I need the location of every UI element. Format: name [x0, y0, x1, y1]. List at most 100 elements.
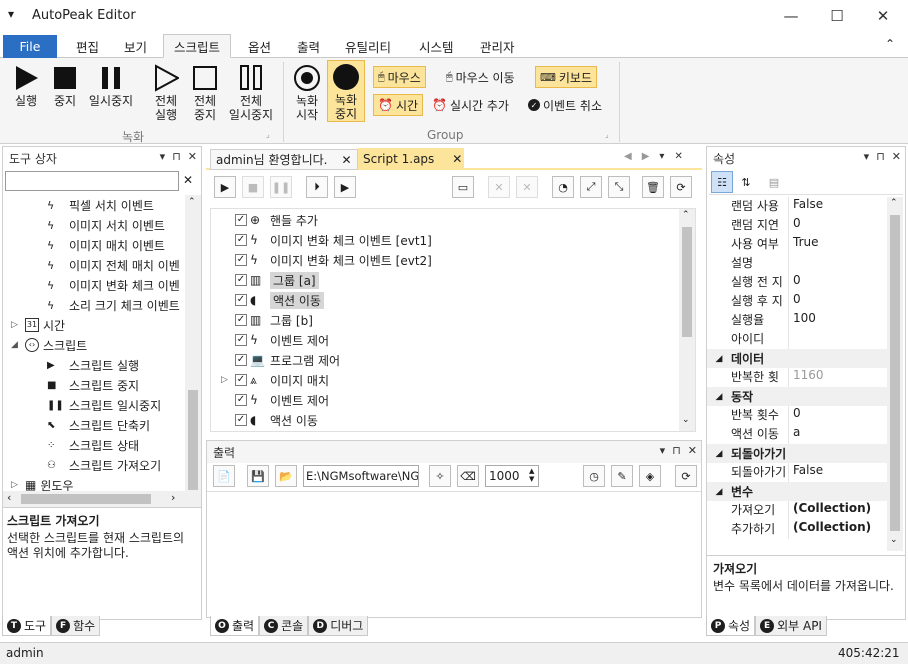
toolbox-hscrollbar[interactable]: ‹ ›: [3, 491, 201, 507]
property-row[interactable]: 되돌아가기 False: [707, 463, 887, 482]
realtime-add-button[interactable]: ⏰ 실시간 추가: [428, 94, 513, 116]
collapse-icon[interactable]: ◢: [707, 392, 731, 402]
tab-options[interactable]: 옵션: [238, 34, 281, 58]
close-icon[interactable]: ✕: [892, 150, 901, 163]
toolbox-item[interactable]: ▶ 스크립트 실행: [47, 355, 185, 375]
pause-button[interactable]: 일시중지: [86, 62, 136, 108]
toolbox-item[interactable]: ϟ 이미지 변화 체크 이벤: [47, 275, 185, 295]
toolbox-item[interactable]: ϟ 이미지 매치 이벤트: [47, 235, 185, 255]
minimize-button[interactable]: —: [768, 0, 814, 32]
sort-az-icon[interactable]: ⇅: [735, 171, 757, 193]
scroll-tabs-left-icon[interactable]: ◀: [624, 151, 632, 162]
enabled-checkbox[interactable]: ✓: [235, 234, 247, 246]
script-line[interactable]: ✓ ϟ 이벤트 제어: [211, 330, 695, 350]
property-pages-icon[interactable]: ▤: [763, 171, 785, 193]
toolbox-item[interactable]: ϟ 소리 크기 체크 이벤트: [47, 295, 185, 315]
tab-list-icon[interactable]: ▾: [659, 151, 664, 162]
clock-icon[interactable]: ◷: [583, 465, 605, 487]
toolbox-item[interactable]: ⬉ 스크립트 단축키: [47, 415, 185, 435]
enabled-checkbox[interactable]: ✓: [235, 294, 247, 306]
close-tab-icon[interactable]: ✕: [452, 152, 462, 166]
stop-all-button[interactable]: 전체 중지: [188, 62, 222, 122]
pin-icon[interactable]: ⊓: [172, 150, 181, 163]
spinner-icon[interactable]: ▲ ▼: [529, 467, 534, 483]
enabled-checkbox[interactable]: ✓: [235, 394, 247, 406]
path-input[interactable]: E:\NGMsoftware\NG: [303, 465, 419, 487]
close-tab-icon[interactable]: ✕: [341, 153, 351, 167]
scroll-down-icon[interactable]: ⌄: [890, 535, 898, 545]
close-icon[interactable]: ✕: [688, 444, 697, 457]
tab-utility[interactable]: 유틸리티: [335, 34, 401, 58]
scroll-thumb[interactable]: [682, 227, 692, 337]
property-value[interactable]: [789, 330, 793, 349]
property-value[interactable]: False: [789, 197, 823, 216]
scroll-left-icon[interactable]: ‹: [7, 491, 11, 504]
scroll-tabs-right-icon[interactable]: ▶: [642, 151, 650, 162]
tab-script1[interactable]: Script 1.aps ✕: [358, 148, 464, 170]
keyboard-button[interactable]: ⌨ 키보드: [535, 66, 598, 88]
script-line[interactable]: ✓ ⊕ 핸들 추가: [211, 210, 695, 230]
property-row[interactable]: 실행 전 지0: [707, 273, 887, 292]
property-value[interactable]: 0: [789, 406, 801, 425]
close-icon[interactable]: ✕: [188, 150, 197, 163]
property-row[interactable]: 액션 이동 a: [707, 425, 887, 444]
enabled-checkbox[interactable]: ✓: [235, 374, 247, 386]
remove-icon[interactable]: ✕: [488, 176, 510, 198]
dialog-launcher-icon[interactable]: ⌟: [266, 130, 270, 139]
delete-icon[interactable]: 🗑: [642, 176, 664, 198]
tab-console[interactable]: C 콘솔: [259, 616, 309, 636]
scroll-thumb[interactable]: [188, 390, 198, 490]
fill-icon[interactable]: ◈: [639, 465, 661, 487]
property-row[interactable]: 랜덤 지연 0: [707, 216, 887, 235]
toolbox-item[interactable]: ϟ 이미지 서치 이벤트: [47, 215, 185, 235]
property-row[interactable]: 반복 횟수 0: [707, 406, 887, 425]
property-row[interactable]: 실행율 100: [707, 311, 887, 330]
dropdown-icon[interactable]: ▾: [160, 150, 166, 163]
refresh-icon[interactable]: ⟳: [670, 176, 692, 198]
mouse-button[interactable]: 🖱 마우스: [373, 66, 426, 88]
property-value[interactable]: 1160: [789, 368, 824, 387]
mouse-move-button[interactable]: 🖱 마우스 이동: [442, 66, 519, 88]
output-log[interactable]: [207, 491, 701, 615]
scroll-up-icon[interactable]: ⌃: [188, 197, 196, 207]
clean-icon[interactable]: ✧: [429, 465, 451, 487]
tab-view[interactable]: 보기: [114, 34, 157, 58]
refresh-icon[interactable]: ⟳: [675, 465, 697, 487]
tree-group-script[interactable]: ◢ ‹› 스크립트: [3, 335, 185, 355]
expand-icon[interactable]: ▷: [221, 375, 235, 385]
property-value[interactable]: (Collection): [789, 520, 871, 539]
property-value[interactable]: False: [789, 463, 823, 482]
enabled-checkbox[interactable]: ✓: [235, 274, 247, 286]
script-line[interactable]: ✓ ϟ 이미지 변화 체크 이벤트 [evt1]: [211, 230, 695, 250]
new-log-icon[interactable]: 📄: [213, 465, 235, 487]
toolbox-item[interactable]: ϟ 이미지 전체 매치 이벤: [47, 255, 185, 275]
brush-icon[interactable]: ✎: [611, 465, 633, 487]
toolbox-item[interactable]: ⁘ 스크립트 상태: [47, 435, 185, 455]
property-category[interactable]: ◢ 되돌아가기: [707, 444, 887, 463]
script-line[interactable]: ✓ ▥ 그룹 [a]: [211, 270, 695, 290]
scroll-down-icon[interactable]: ⌄: [682, 415, 690, 425]
tree-group-windows[interactable]: ▷ ▦ 윈도우: [3, 475, 185, 491]
editor-vscrollbar[interactable]: ⌃ ⌄: [679, 209, 695, 431]
property-value[interactable]: 0: [789, 273, 801, 292]
tree-group-time[interactable]: ▷ 31 시간: [3, 315, 185, 335]
tab-external-api[interactable]: E 외부 API: [755, 616, 827, 636]
pause-script-button[interactable]: ❚❚: [270, 176, 292, 198]
enabled-checkbox[interactable]: ✓: [235, 314, 247, 326]
property-value[interactable]: [789, 254, 793, 273]
expand-icon[interactable]: ⤢: [580, 176, 602, 198]
toolbox-item[interactable]: ⚇ 스크립트 가져오기: [47, 455, 185, 475]
stop-button[interactable]: 중지: [48, 62, 82, 108]
property-row[interactable]: 랜덤 사용 False: [707, 197, 887, 216]
enabled-checkbox[interactable]: ✓: [235, 254, 247, 266]
scroll-right-icon[interactable]: ›: [171, 491, 175, 504]
tab-debug[interactable]: D 디버그: [308, 616, 369, 636]
property-row[interactable]: 가져오기 (Collection): [707, 501, 887, 520]
record-start-button[interactable]: 녹화 시작: [289, 62, 325, 122]
enabled-checkbox[interactable]: ✓: [235, 414, 247, 426]
clear-search-icon[interactable]: ✕: [183, 173, 193, 187]
toolbox-item[interactable]: ϟ 픽셀 서치 이벤트: [47, 195, 185, 215]
run-script-button[interactable]: ▶: [214, 176, 236, 198]
step-button[interactable]: ⏵: [306, 176, 328, 198]
property-row[interactable]: 실행 후 지0: [707, 292, 887, 311]
